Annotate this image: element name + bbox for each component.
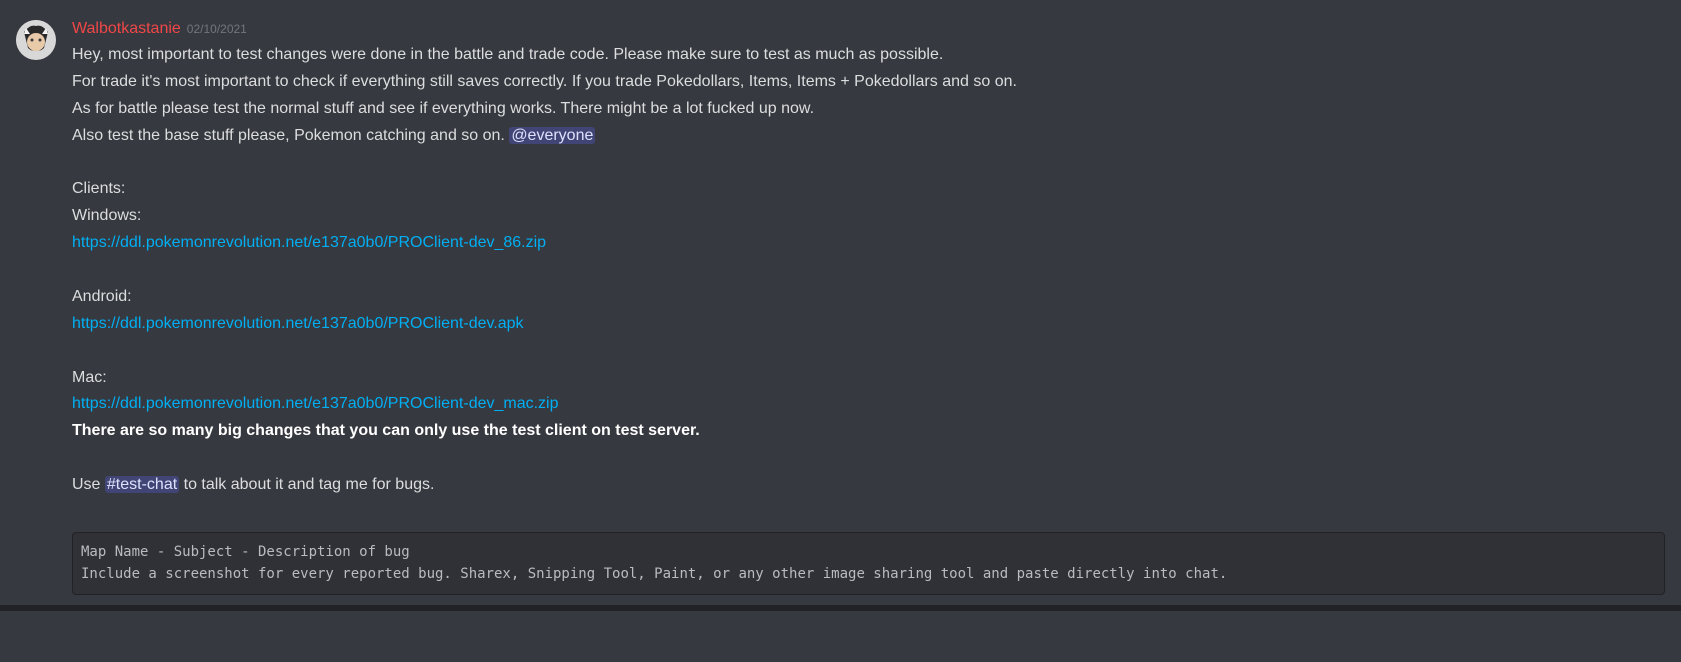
blank-line (72, 150, 1665, 177)
text-line: Hey, most important to test changes were… (72, 42, 1665, 69)
blank-line (72, 257, 1665, 284)
text-line: As for battle please test the normal stu… (72, 96, 1665, 123)
text-line: Mac: (72, 365, 1665, 392)
text-line: Windows: (72, 203, 1665, 230)
text-line: Clients: (72, 176, 1665, 203)
text-span: to talk about it and tag me for bugs. (179, 476, 434, 493)
windows-download-link[interactable]: https://ddl.pokemonrevolution.net/e137a0… (72, 234, 546, 251)
text-span: Use (72, 476, 105, 493)
link-line: https://ddl.pokemonrevolution.net/e137a0… (72, 230, 1665, 257)
link-line: https://ddl.pokemonrevolution.net/e137a0… (72, 311, 1665, 338)
everyone-mention[interactable]: @everyone (509, 127, 595, 144)
text-span: Also test the base stuff please, Pokemon… (72, 127, 509, 144)
text-line: Android: (72, 284, 1665, 311)
avatar-wrapper (16, 20, 56, 595)
avatar[interactable] (16, 20, 56, 60)
blank-line (72, 445, 1665, 472)
blank-line (72, 499, 1665, 526)
avatar-image (16, 20, 56, 60)
message-body: Hey, most important to test changes were… (72, 42, 1665, 595)
text-line: Use #test-chat to talk about it and tag … (72, 472, 1665, 499)
channel-mention[interactable]: #test-chat (105, 476, 179, 493)
blank-line (72, 338, 1665, 365)
text-line: For trade it's most important to check i… (72, 69, 1665, 96)
mac-download-link[interactable]: https://ddl.pokemonrevolution.net/e137a0… (72, 395, 559, 412)
timestamp: 02/10/2021 (187, 21, 247, 38)
bold-text: There are so many big changes that you c… (72, 422, 700, 439)
message-header: Walbotkastanie 02/10/2021 (72, 18, 1665, 40)
code-block: Map Name - Subject - Description of bug … (72, 532, 1665, 595)
link-line: https://ddl.pokemonrevolution.net/e137a0… (72, 391, 1665, 418)
bold-notice: There are so many big changes that you c… (72, 418, 1665, 445)
android-download-link[interactable]: https://ddl.pokemonrevolution.net/e137a0… (72, 315, 524, 332)
message-content: Walbotkastanie 02/10/2021 Hey, most impo… (72, 18, 1665, 595)
text-line: Also test the base stuff please, Pokemon… (72, 123, 1665, 150)
bottom-bar (0, 605, 1681, 611)
username[interactable]: Walbotkastanie (72, 18, 181, 40)
message-container: Walbotkastanie 02/10/2021 Hey, most impo… (0, 0, 1681, 605)
